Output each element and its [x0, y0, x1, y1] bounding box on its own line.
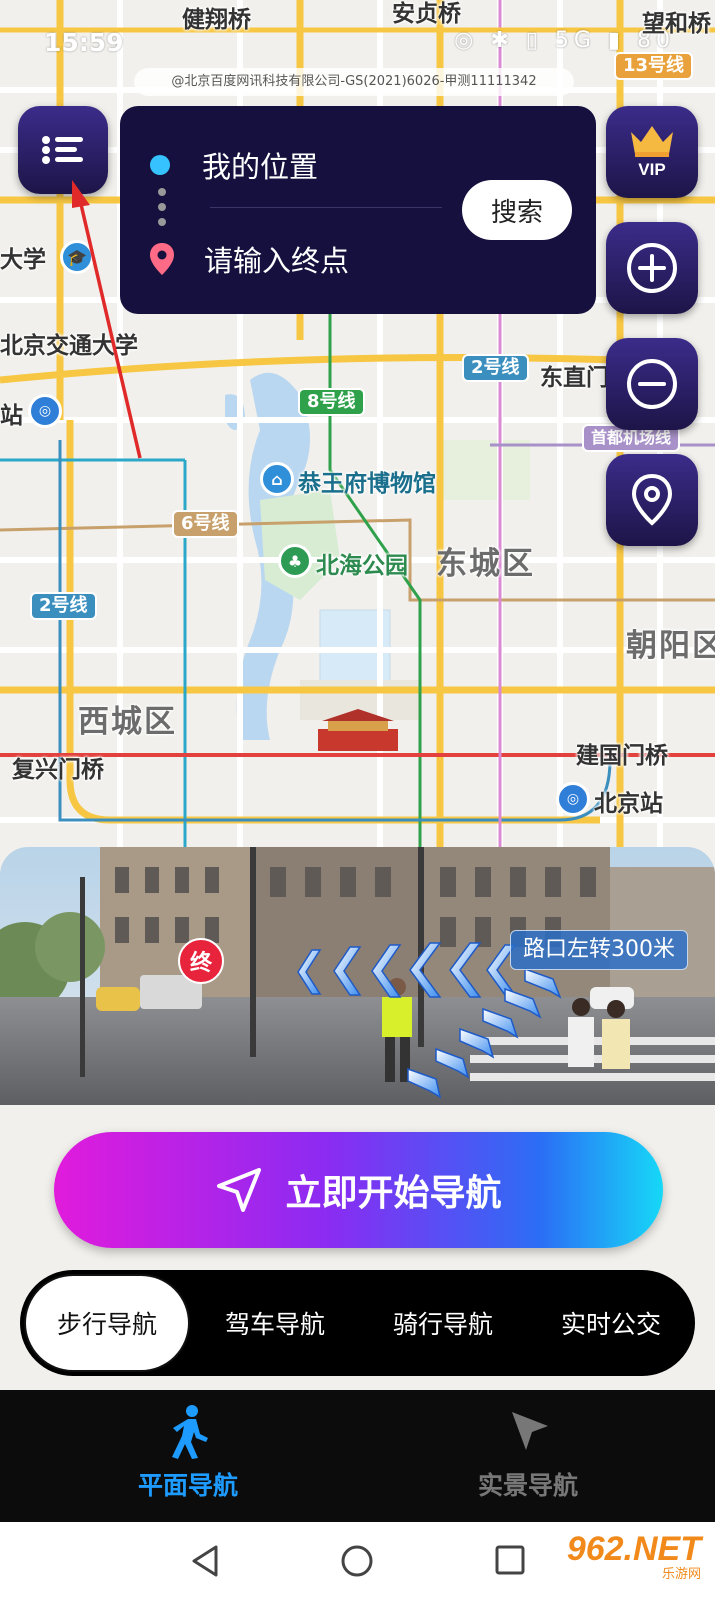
subway-badge: 13号线 [614, 52, 694, 80]
start-row[interactable]: 我的位置 [150, 144, 318, 186]
nav-live-view[interactable]: 实景导航 [428, 1404, 628, 1502]
museum-icon: ⌂ [260, 462, 294, 496]
subway-badge: 2号线 [462, 354, 529, 382]
menu-button[interactable] [18, 106, 108, 194]
nav-flat-map[interactable]: 平面导航 [88, 1404, 288, 1502]
subway-station-icon: ◎ [28, 394, 62, 428]
minus-icon [627, 359, 677, 409]
map-copyright: @北京百度网讯科技有限公司-GS(2021)6026-甲测11111342 [134, 68, 574, 96]
street-view-preview [0, 847, 715, 1105]
location-marker-icon [631, 473, 673, 526]
map-label: 东直门 [540, 365, 609, 391]
map-label: 复兴门桥 [12, 757, 104, 783]
bottom-navigation: 平面导航 实景导航 [0, 1390, 715, 1522]
nav-flat-map-label: 平面导航 [137, 1471, 238, 1500]
list-icon [42, 136, 83, 164]
park-icon: ♣ [278, 544, 312, 578]
status-time: 15:59 [44, 28, 124, 57]
zoom-out-button[interactable] [606, 338, 698, 430]
search-button[interactable]: 搜索 [462, 180, 572, 240]
navigation-pointer-icon [512, 1412, 548, 1450]
status-bar: 15:59 ◎ ✱ ▯ 5G ▮ 80 [0, 22, 715, 62]
locate-me-button[interactable] [606, 454, 698, 546]
start-location: 我的位置 [202, 150, 319, 184]
map-label: 健翔桥 [182, 7, 251, 33]
map-label: 大学 [0, 247, 46, 273]
zoom-in-button[interactable] [606, 222, 698, 314]
recent-apps-icon[interactable] [494, 1544, 526, 1576]
map-poi-label: 恭王府博物馆 [298, 471, 436, 497]
vip-button[interactable]: VIP [606, 106, 698, 198]
map-label: 望和桥 [642, 11, 711, 37]
subway-badge: 2号线 [30, 592, 97, 620]
walking-person-icon [172, 1405, 208, 1459]
plus-icon [627, 243, 677, 293]
street-scene-image [0, 847, 715, 1105]
navigation-mode-tabs: 步行导航 驾车导航 骑行导航 实时公交 [20, 1270, 695, 1376]
turn-instruction-banner: 路口左转300米 [510, 930, 688, 970]
tab-drive[interactable]: 驾车导航 [192, 1274, 358, 1372]
subway-badge: 6号线 [172, 510, 239, 538]
route-search-panel: 我的位置 请输入终点 搜索 [120, 106, 596, 314]
location-pin-icon [150, 243, 174, 275]
map-label: 安贞桥 [392, 1, 461, 27]
nav-live-view-label: 实景导航 [477, 1471, 578, 1500]
route-dots-icon [158, 188, 166, 233]
school-icon: 🎓 [60, 240, 94, 274]
map-label: 站 [0, 403, 23, 429]
crown-icon [631, 126, 673, 157]
district-label: 东城区 [436, 546, 535, 582]
start-point-icon [150, 155, 170, 175]
start-navigation-label: 立即开始导航 [285, 1173, 502, 1214]
map-label: 北京站 [594, 791, 663, 817]
map-label: 北京交通大学 [0, 333, 138, 359]
tab-bus[interactable]: 实时公交 [528, 1274, 694, 1372]
vip-label: VIP [638, 160, 666, 179]
divider [210, 207, 442, 208]
destination-marker: 终 [178, 938, 224, 984]
back-icon[interactable] [190, 1544, 222, 1578]
site-watermark: 962.NET 乐游网 [567, 1530, 701, 1582]
map-poi-label: 北海公园 [316, 553, 408, 579]
destination-placeholder: 请输入终点 [204, 244, 350, 278]
subway-station-icon: ◎ [556, 782, 590, 816]
tab-bike[interactable]: 骑行导航 [360, 1274, 526, 1372]
district-label: 西城区 [78, 704, 177, 740]
navigation-arrow-icon [215, 1166, 263, 1214]
tab-walk[interactable]: 步行导航 [24, 1274, 190, 1372]
subway-badge: 8号线 [298, 388, 365, 416]
home-icon[interactable] [340, 1544, 374, 1578]
district-label: 朝阳区 [626, 628, 715, 664]
start-navigation-button[interactable]: 立即开始导航 [54, 1132, 663, 1248]
map-label: 建国门桥 [576, 743, 668, 769]
destination-input[interactable]: 请输入终点 [150, 238, 349, 280]
